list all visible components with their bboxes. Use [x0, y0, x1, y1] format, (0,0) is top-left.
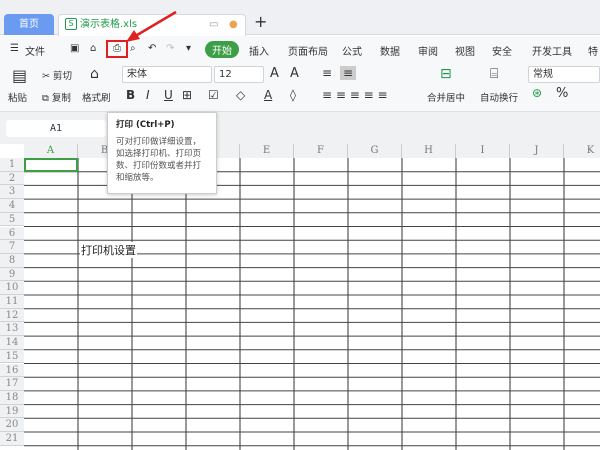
- row-header-4[interactable]: 4: [0, 199, 24, 213]
- percent-button[interactable]: %: [556, 86, 568, 101]
- column-header-a[interactable]: A: [24, 144, 78, 158]
- row-header-19[interactable]: 19: [0, 404, 24, 419]
- name-box[interactable]: A1: [6, 120, 106, 137]
- fill-color-icon[interactable]: ◇: [236, 88, 245, 102]
- paste-icon[interactable]: ▤: [12, 66, 27, 85]
- customize-icon[interactable]: ▾: [186, 43, 191, 54]
- row-header-7[interactable]: 7: [0, 240, 24, 254]
- cut-label: 剪切: [52, 71, 72, 82]
- menu-formula[interactable]: 公式: [342, 43, 362, 58]
- row-header-3[interactable]: 3: [0, 185, 24, 200]
- border-icon[interactable]: ⊞: [182, 88, 192, 102]
- copy-button[interactable]: ⧉ 复制: [42, 90, 71, 104]
- font-size-select[interactable]: 12: [214, 66, 264, 83]
- underline-icon[interactable]: U: [164, 88, 173, 102]
- cell-b7[interactable]: 打印机设置: [80, 242, 137, 258]
- italic-icon[interactable]: I: [146, 88, 150, 102]
- row-header-12[interactable]: 12: [0, 308, 24, 323]
- currency-icon[interactable]: ⊛: [532, 86, 542, 100]
- column-header-j[interactable]: J: [510, 144, 564, 158]
- unsaved-dot-icon: ●: [229, 19, 238, 30]
- copy-label: 复制: [51, 93, 71, 104]
- row-header-15[interactable]: 15: [0, 349, 24, 364]
- menu-review[interactable]: 审阅: [418, 43, 438, 58]
- row-header-11[interactable]: 11: [0, 295, 24, 309]
- menu-insert[interactable]: 插入: [249, 43, 269, 58]
- row-header-8[interactable]: 8: [0, 253, 24, 268]
- row-header-6[interactable]: 6: [0, 226, 24, 241]
- menu-start[interactable]: 开始: [205, 41, 239, 58]
- file-menu[interactable]: 文件: [25, 43, 45, 58]
- number-format-select[interactable]: 常规: [528, 66, 600, 83]
- column-header-k[interactable]: K: [564, 144, 600, 158]
- selected-cell-a1[interactable]: [24, 158, 78, 172]
- red-arrow-annotation: [126, 10, 177, 42]
- fill-icon[interactable]: ☑: [208, 88, 219, 102]
- paste-button[interactable]: 粘贴: [8, 90, 27, 104]
- new-tab-button[interactable]: +: [254, 12, 267, 31]
- merge-center-button[interactable]: 合并居中: [427, 90, 465, 104]
- merge-icon[interactable]: ⊟: [440, 66, 452, 82]
- format-painter-icon[interactable]: ⌂: [90, 66, 99, 82]
- menu-data[interactable]: 数据: [380, 43, 400, 58]
- clear-icon[interactable]: ◊: [290, 88, 296, 102]
- spreadsheet-grid[interactable]: ABCDEFGHIJK12345678910111213141516171819…: [0, 144, 600, 450]
- font-select[interactable]: 宋体: [122, 66, 212, 83]
- print-tooltip: 打印 (Ctrl+P) 可对打印做详细设置，如选择打印机、打印页数、打印份数或者…: [107, 112, 217, 194]
- menu-special[interactable]: 特: [588, 43, 598, 58]
- row-header-16[interactable]: 16: [0, 363, 24, 378]
- increase-font-icon[interactable]: A: [270, 66, 279, 81]
- tooltip-body: 可对打印做详细设置，如选择打印机、打印页数、打印份数或者并打和缩放等。: [116, 137, 202, 183]
- format-painter-button[interactable]: 格式刷: [82, 90, 111, 104]
- align-top-icon[interactable]: ≡: [322, 66, 332, 80]
- column-header-g[interactable]: G: [348, 144, 402, 158]
- column-header-h[interactable]: H: [402, 144, 456, 158]
- row-header-10[interactable]: 10: [0, 281, 24, 295]
- row-header-14[interactable]: 14: [0, 336, 24, 350]
- menu-view[interactable]: 视图: [455, 43, 475, 58]
- wrap-text-button[interactable]: 自动换行: [480, 90, 518, 104]
- row-header-18[interactable]: 18: [0, 390, 24, 405]
- align-middle-icon[interactable]: ≡: [340, 66, 357, 80]
- menu-developer[interactable]: 开发工具: [532, 43, 572, 58]
- row-header-20[interactable]: 20: [0, 418, 24, 432]
- tooltip-title: 打印 (Ctrl+P): [116, 120, 175, 130]
- row-header-13[interactable]: 13: [0, 322, 24, 337]
- format-painter-small-icon[interactable]: ⌂: [90, 43, 96, 54]
- align-left-icon[interactable]: ≡ ≡ ≡ ≡ ≡: [322, 88, 388, 102]
- column-header-f[interactable]: F: [294, 144, 348, 158]
- menu-bar: ☰ 文件 ▣ ⌂ ⎙ ⌕ ↶ ↷ ▾ 开始 插入 页面布局 公式 数据 审阅 视…: [0, 36, 600, 62]
- ribbon: ▤ 粘贴 ✂ 剪切 ⧉ 复制 ⌂ 格式刷 宋体 12 A A B I U ⊞ ☑…: [0, 62, 600, 112]
- monitor-icon[interactable]: ▭: [209, 15, 218, 35]
- tab-home[interactable]: 首页: [4, 14, 54, 35]
- tab-bar: 首页 S 演示表格.xls ▭ ● +: [0, 0, 600, 36]
- menu-page-layout[interactable]: 页面布局: [288, 43, 328, 58]
- menu-icon[interactable]: ☰: [10, 43, 19, 54]
- font-color-icon[interactable]: A: [264, 88, 272, 102]
- decrease-font-icon[interactable]: A: [290, 66, 299, 81]
- row-header-1[interactable]: 1: [0, 158, 24, 172]
- row-header-5[interactable]: 5: [0, 212, 24, 227]
- column-header-i[interactable]: I: [456, 144, 510, 158]
- column-header-e[interactable]: E: [240, 144, 294, 158]
- row-header-21[interactable]: 21: [0, 432, 24, 446]
- save-icon[interactable]: ▣: [70, 43, 79, 54]
- row-header-9[interactable]: 9: [0, 267, 24, 282]
- menu-security[interactable]: 安全: [492, 43, 512, 58]
- row-header-17[interactable]: 17: [0, 377, 24, 391]
- wrap-icon[interactable]: ⌸: [490, 66, 498, 82]
- formula-bar: A1: [0, 112, 600, 144]
- row-header-2[interactable]: 2: [0, 171, 24, 186]
- bold-icon[interactable]: B: [126, 88, 135, 102]
- spreadsheet-icon: S: [65, 18, 77, 30]
- grid-lines: [24, 158, 600, 450]
- cut-button[interactable]: ✂ 剪切: [42, 68, 72, 82]
